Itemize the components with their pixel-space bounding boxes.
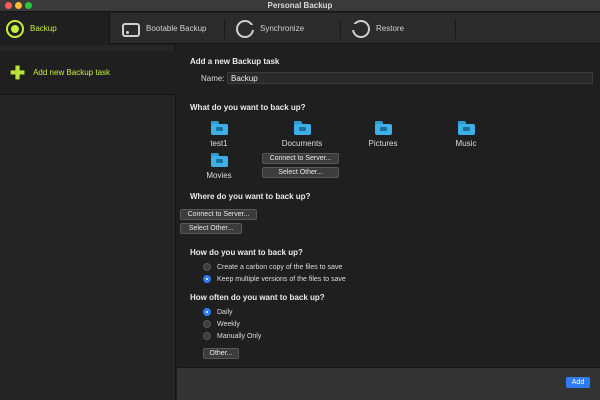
carbon-copy-option[interactable]: Create a carbon copy of the files to sav… xyxy=(203,263,342,271)
task-name-input[interactable] xyxy=(227,72,593,84)
what-heading: What do you want to back up? xyxy=(190,103,306,112)
tab-restore[interactable]: Restore xyxy=(346,13,454,44)
weekly-option[interactable]: Weekly xyxy=(203,320,240,328)
carbon-copy-radio[interactable] xyxy=(203,263,211,271)
music-folder-icon xyxy=(457,121,475,135)
sync-icon xyxy=(236,19,255,38)
daily-radio[interactable] xyxy=(203,308,211,316)
daily-label: Daily xyxy=(217,308,233,316)
carbon-copy-label: Create a carbon copy of the files to sav… xyxy=(217,263,343,271)
often-heading: How often do you want to back up? xyxy=(190,293,325,302)
tab-backup[interactable]: Backup xyxy=(0,13,110,44)
tab-divider xyxy=(455,19,456,39)
manually-only-label: Manually Only xyxy=(217,332,262,340)
movies-folder-icon xyxy=(210,153,228,167)
folder-music[interactable]: Music xyxy=(436,121,496,148)
window-title: Personal Backup xyxy=(267,1,333,10)
pictures-folder-icon xyxy=(374,121,392,135)
tab-restore-label: Restore xyxy=(376,24,405,33)
tab-divider xyxy=(340,19,341,39)
drive-icon xyxy=(122,22,140,37)
multiple-versions-radio[interactable] xyxy=(203,275,211,283)
title-bar: Personal Backup xyxy=(0,0,600,12)
tab-bootable-backup[interactable]: Bootable Backup xyxy=(116,13,224,44)
name-label: Name: xyxy=(201,74,225,83)
folder-label: Documents xyxy=(281,139,323,148)
other-schedule-button[interactable]: Other... xyxy=(203,348,239,359)
where-heading: Where do you want to back up? xyxy=(190,192,311,201)
folder-movies[interactable]: Movies xyxy=(189,153,249,180)
source-select-other-button[interactable]: Select Other... xyxy=(262,167,339,178)
folder-label: test1 xyxy=(210,139,228,148)
folder-label: Pictures xyxy=(368,139,398,148)
main-panel: Add a new Backup task Name: What do you … xyxy=(177,45,600,367)
plus-icon: ✚ xyxy=(10,62,26,83)
home-folder-icon xyxy=(210,121,228,135)
destination-select-other-button[interactable]: Select Other... xyxy=(180,223,242,234)
tab-synchronize[interactable]: Synchronize xyxy=(230,13,338,44)
sidebar: ✚ Add new Backup task xyxy=(0,45,176,400)
tab-synchronize-label: Synchronize xyxy=(260,24,305,33)
source-connect-to-server-button[interactable]: Connect to Server... xyxy=(262,153,339,164)
restore-icon xyxy=(351,19,370,38)
weekly-radio[interactable] xyxy=(203,320,211,328)
tab-divider xyxy=(224,19,225,39)
multiple-versions-option[interactable]: Keep multiple versions of the files to s… xyxy=(203,275,346,283)
tab-bootable-backup-label: Bootable Backup xyxy=(146,24,207,33)
manually-only-radio[interactable] xyxy=(203,332,211,340)
destination-connect-to-server-button[interactable]: Connect to Server... xyxy=(180,209,257,220)
folder-documents[interactable]: Documents xyxy=(272,121,332,148)
daily-option[interactable]: Daily xyxy=(203,308,233,316)
weekly-label: Weekly xyxy=(217,320,240,328)
how-heading: How do you want to back up? xyxy=(190,248,303,257)
toolbar-tabs: Backup Bootable Backup Synchronize Resto… xyxy=(0,13,600,44)
new-task-heading: Add a new Backup task xyxy=(190,57,280,66)
folder-pictures[interactable]: Pictures xyxy=(353,121,413,148)
add-backup-task-label: Add new Backup task xyxy=(33,68,111,77)
folder-label: Music xyxy=(455,139,477,148)
bottom-bar: Add xyxy=(177,367,600,400)
multiple-versions-label: Keep multiple versions of the files to s… xyxy=(217,275,346,283)
backup-icon xyxy=(6,19,24,38)
tab-backup-label: Backup xyxy=(30,24,57,33)
add-button[interactable]: Add xyxy=(566,377,590,388)
folder-label: Movies xyxy=(206,171,232,180)
documents-folder-icon xyxy=(293,121,311,135)
folder-test1[interactable]: test1 xyxy=(189,121,249,148)
add-backup-task-item[interactable]: ✚ Add new Backup task xyxy=(0,51,176,95)
manually-only-option[interactable]: Manually Only xyxy=(203,332,261,340)
